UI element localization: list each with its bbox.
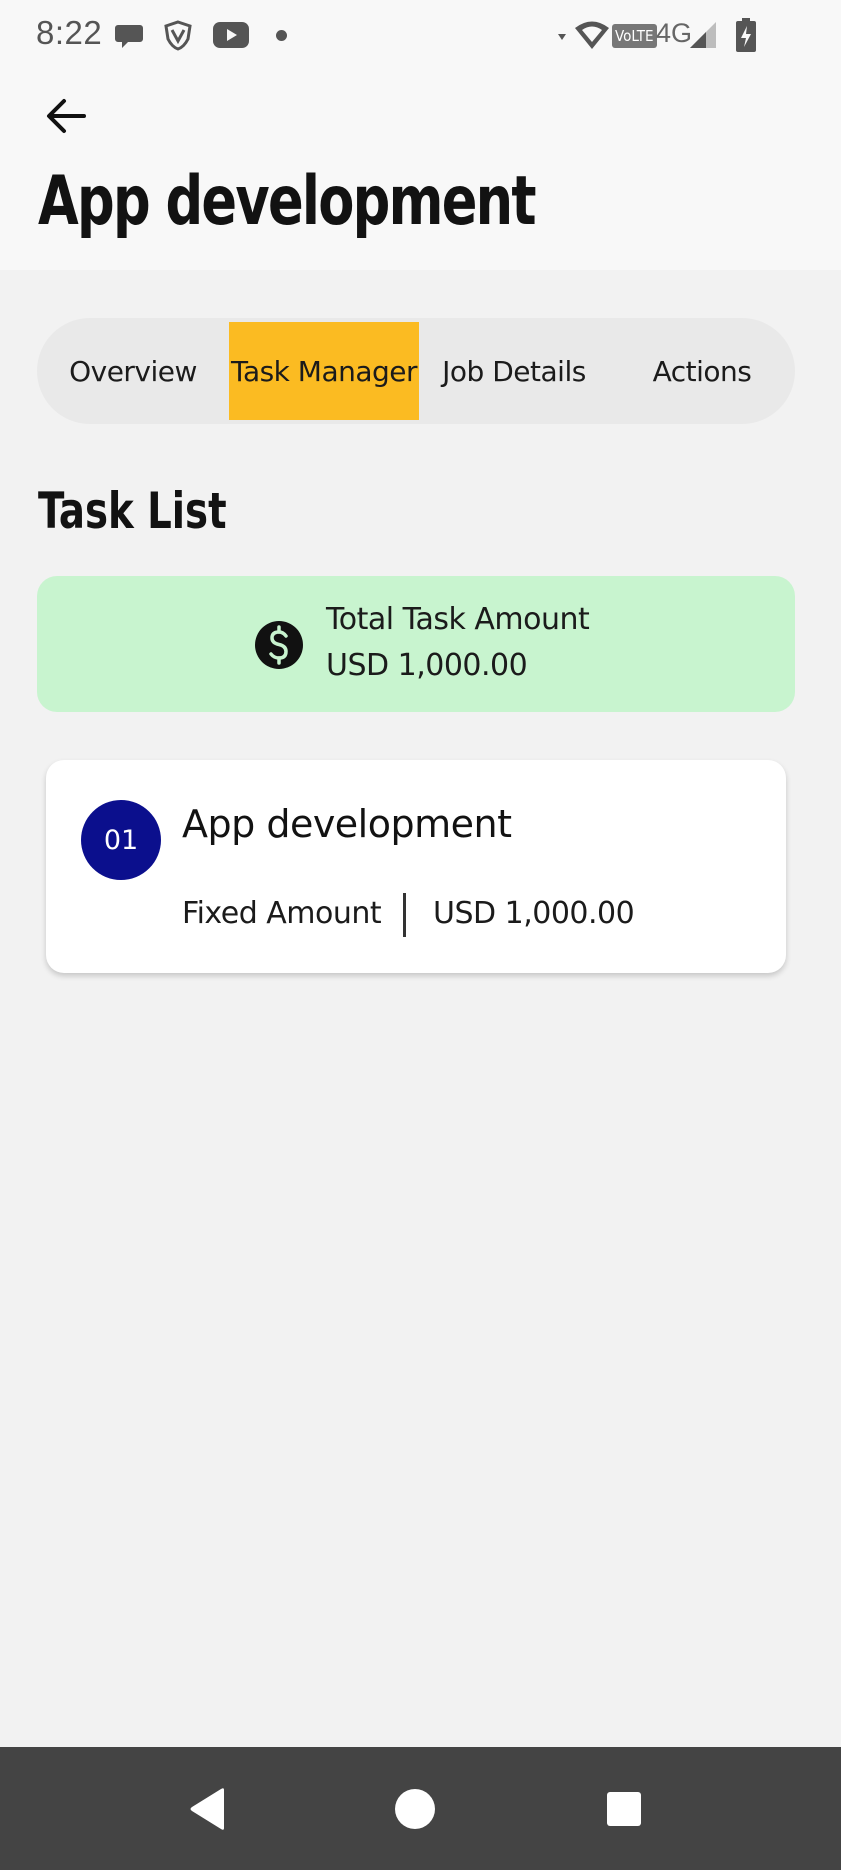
- task-number-badge: 01: [81, 800, 161, 880]
- back-triangle-icon: [190, 1787, 224, 1830]
- task-list-title: Task List: [38, 482, 227, 540]
- total-task-amount-label: Total Task Amount: [326, 602, 590, 637]
- task-card[interactable]: 01 App development Fixed Amount USD 1,00…: [46, 760, 786, 973]
- back-button[interactable]: [38, 92, 94, 140]
- task-amount: USD 1,000.00: [433, 896, 635, 931]
- total-task-amount-value: USD 1,000.00: [326, 648, 528, 683]
- notification-dot-icon: [276, 30, 287, 41]
- signal-icon: [688, 18, 718, 52]
- chat-bubble-icon: [114, 18, 146, 52]
- youtube-icon: [212, 18, 250, 52]
- home-circle-icon: [395, 1788, 435, 1829]
- wifi-icon: [574, 18, 610, 52]
- tab-label: Actions: [652, 354, 752, 388]
- tab-label: Overview: [69, 354, 197, 388]
- system-nav-bar: [0, 1747, 841, 1870]
- task-type: Fixed Amount: [182, 896, 382, 931]
- divider: [403, 893, 406, 937]
- data-arrows-icon: [556, 18, 568, 52]
- tab-overview[interactable]: Overview: [37, 318, 229, 424]
- recents-square-icon: [607, 1791, 641, 1826]
- battery-charging-icon: [734, 18, 758, 52]
- shield-v-icon: [162, 18, 194, 52]
- tab-actions[interactable]: Actions: [609, 318, 795, 424]
- tab-label: Task Manager: [230, 354, 418, 388]
- arrow-left-icon: [47, 99, 86, 133]
- status-bar: 8:22 VoLTE 4G: [0, 0, 841, 72]
- nav-home-button[interactable]: [365, 1747, 465, 1870]
- network-type: 4G: [656, 18, 693, 48]
- dollar-circle-icon: [255, 621, 303, 669]
- nav-back-button[interactable]: [158, 1747, 258, 1870]
- total-task-amount-card: Total Task Amount USD 1,000.00: [37, 576, 795, 712]
- task-name: App development: [182, 802, 512, 846]
- tab-job-details[interactable]: Job Details: [419, 318, 609, 424]
- page-title: App development: [38, 162, 537, 241]
- nav-recents-button[interactable]: [574, 1747, 674, 1870]
- volte-badge: VoLTE: [612, 24, 657, 48]
- status-time: 8:22: [36, 14, 103, 51]
- tab-task-manager[interactable]: Task Manager: [229, 322, 419, 420]
- tab-label: Job Details: [442, 354, 586, 388]
- tab-bar: Overview Task Manager Job Details Action…: [37, 318, 795, 424]
